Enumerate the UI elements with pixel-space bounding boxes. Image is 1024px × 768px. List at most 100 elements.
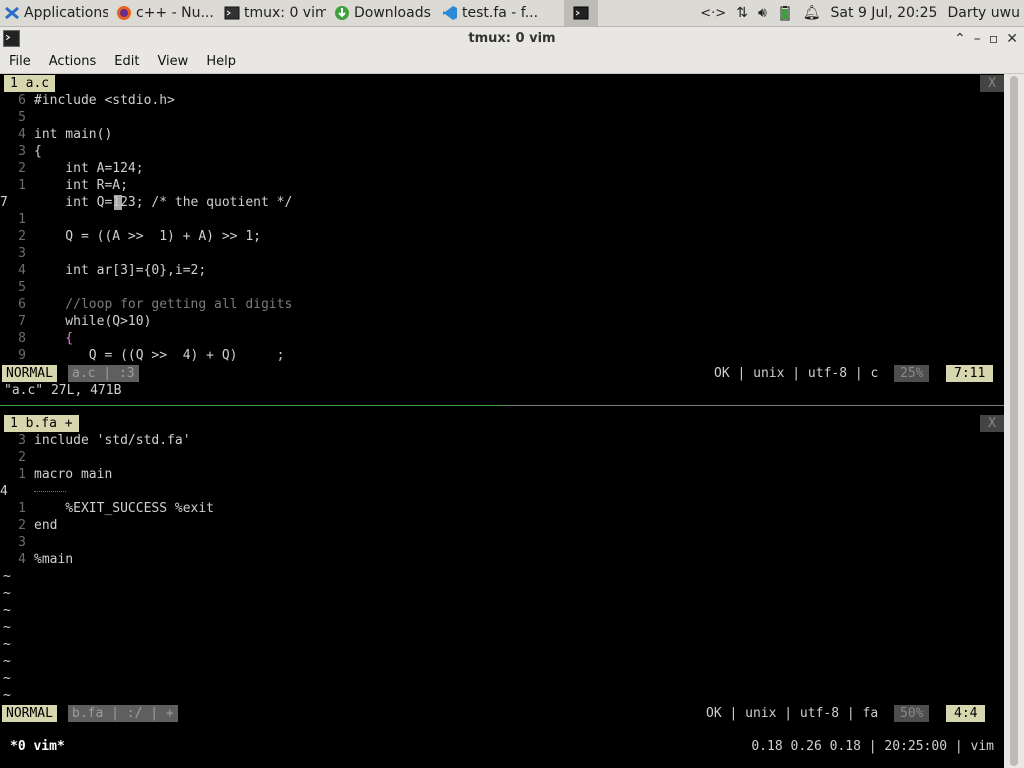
code-text: Q = ((A >> 1) + A) >> 1; bbox=[34, 229, 261, 244]
code-line[interactable]: 2 Q = ((A >> 1) + A) >> 1; bbox=[0, 228, 1004, 245]
statusline-info: OK | unix | utf-8 | c bbox=[714, 366, 879, 381]
task-label: test.fa - f... bbox=[462, 5, 539, 21]
line-number: 5 bbox=[18, 280, 26, 295]
code-text: { bbox=[34, 331, 74, 346]
terminal-icon bbox=[224, 6, 240, 20]
line-number: 3 bbox=[18, 144, 26, 159]
terminal-area[interactable]: 1 a.c X 6 #include <stdio.h> 5 4 int main(… bbox=[0, 74, 1024, 768]
code-text: end bbox=[34, 518, 58, 533]
tab-b-fa[interactable]: 1 b.fa + bbox=[4, 415, 79, 432]
task-firefox[interactable]: c++ - Nu... bbox=[112, 0, 220, 26]
code-text: include 'std/std.fa' bbox=[34, 433, 191, 448]
code-text: %main bbox=[34, 552, 74, 567]
code-line[interactable]: 6 #include <stdio.h> bbox=[0, 92, 1004, 109]
code-line[interactable]: 7 while(Q>10) bbox=[0, 313, 1004, 330]
code-line[interactable]: 1 macro main bbox=[0, 466, 1004, 483]
top-panel: Applications c++ - Nu... tmux: 0 vim Dow… bbox=[0, 0, 1024, 27]
code-line[interactable]: 5 bbox=[0, 109, 1004, 126]
menu-help[interactable]: Help bbox=[197, 54, 245, 69]
code-text: Q = ((Q >> 4) + Q) ; bbox=[34, 348, 285, 363]
code-line[interactable]: 6 //loop for getting all digits bbox=[0, 296, 1004, 313]
tilde: ~ bbox=[3, 637, 11, 652]
code-line[interactable]: 1 bbox=[0, 211, 1004, 228]
code-line[interactable]: 2 int A=124; bbox=[0, 160, 1004, 177]
task-terminal-active[interactable] bbox=[564, 0, 598, 26]
code-line[interactable]: 2 end bbox=[0, 517, 1004, 534]
user-name[interactable]: Darty uwu bbox=[947, 5, 1020, 21]
line-number: 3 bbox=[18, 246, 26, 261]
notification-bell-icon[interactable]: 🔔︎ bbox=[803, 5, 821, 21]
close-tab-button[interactable]: X bbox=[980, 75, 1004, 92]
code-line[interactable]: 2 bbox=[0, 449, 1004, 466]
code-text: #include <stdio.h> bbox=[34, 93, 175, 108]
code-line[interactable]: 9 Q = ((Q >> 4) + Q) ; bbox=[0, 347, 1004, 364]
empty-line-tilde: ~ bbox=[0, 585, 1004, 602]
statusline-file: b.fa | :/ | + bbox=[68, 705, 178, 722]
close-icon[interactable]: ✕ bbox=[1006, 31, 1018, 47]
current-code-line[interactable]: 7 int Q=123; /* the quotient */ bbox=[0, 194, 1004, 211]
menu-file[interactable]: File bbox=[0, 54, 40, 69]
menu-edit[interactable]: Edit bbox=[105, 54, 148, 69]
applications-menu[interactable]: Applications bbox=[0, 0, 112, 26]
line-number: 2 bbox=[18, 229, 26, 244]
code-text: macro main bbox=[34, 467, 113, 482]
line-number: 8 bbox=[18, 331, 26, 346]
minimize-icon[interactable]: – bbox=[974, 31, 981, 47]
pane-divider-active[interactable] bbox=[0, 405, 506, 406]
clock[interactable]: Sat 9 Jul, 20:25 bbox=[831, 5, 938, 21]
code-line[interactable]: 3 bbox=[0, 534, 1004, 551]
network-icon[interactable]: ⇅ bbox=[736, 5, 748, 21]
code-line[interactable]: 1 int R=A; bbox=[0, 177, 1004, 194]
code-line[interactable]: 4 %main bbox=[0, 551, 1004, 568]
code-text: int Q=123; /* the quotient */ bbox=[34, 195, 293, 210]
maximize-icon[interactable]: ▫ bbox=[989, 31, 999, 47]
code-line[interactable]: 4 int main() bbox=[0, 126, 1004, 143]
code-text: while(Q>10) bbox=[34, 314, 152, 329]
code-line[interactable]: 3 bbox=[0, 245, 1004, 262]
window-titlebar[interactable]: tmux: 0 vim ⌃ – ▫ ✕ bbox=[0, 27, 1024, 50]
tmux-status-bar: *0 vim* 0.18 0.26 0.18 | 20:25:00 | vim bbox=[0, 737, 1024, 757]
menu-actions[interactable]: Actions bbox=[40, 54, 106, 69]
code-text: int A=124; bbox=[34, 161, 144, 176]
code-line[interactable]: 4 int ar[3]={0},i=2; bbox=[0, 262, 1004, 279]
xfce-icon bbox=[5, 6, 19, 20]
tmux-window[interactable]: *0 vim* bbox=[10, 737, 65, 757]
volume-icon[interactable]: 🔊︎ bbox=[758, 5, 767, 21]
mode-indicator: NORMAL bbox=[2, 365, 57, 382]
line-number: 3 bbox=[18, 433, 26, 448]
menu-view[interactable]: View bbox=[148, 54, 197, 69]
close-tab-button[interactable]: X bbox=[980, 415, 1004, 432]
battery-icon[interactable] bbox=[777, 5, 793, 21]
tab-a-c[interactable]: 1 a.c bbox=[4, 75, 56, 92]
tilde: ~ bbox=[3, 654, 11, 669]
code-line[interactable]: 5 bbox=[0, 279, 1004, 296]
code-text: int R=A; bbox=[34, 178, 128, 193]
command-message: "a.c" 27L, 471B bbox=[4, 383, 122, 398]
line-number: 9 bbox=[18, 348, 26, 363]
line-number: 7 bbox=[18, 314, 26, 329]
statusline-percent: 50% bbox=[894, 705, 930, 722]
network-arrows-icon[interactable]: <·> bbox=[700, 6, 726, 21]
line-number: 2 bbox=[18, 518, 26, 533]
code-line[interactable]: 1 %EXIT_SUCCESS %exit bbox=[0, 500, 1004, 517]
task-downloads[interactable]: Downloads bbox=[330, 0, 438, 26]
scrollbar-thumb[interactable] bbox=[1010, 76, 1018, 766]
text-cursor bbox=[114, 195, 122, 210]
code-line[interactable]: 3 include 'std/std.fa' bbox=[0, 432, 1004, 449]
code-comment: //loop for getting all digits bbox=[34, 297, 293, 312]
line-number: 4 bbox=[18, 263, 26, 278]
pane-divider[interactable] bbox=[506, 405, 1004, 406]
code-line[interactable]: 8 { bbox=[0, 330, 1004, 347]
terminal-scrollbar[interactable] bbox=[1004, 74, 1024, 768]
line-number: 1 bbox=[18, 467, 26, 482]
task-terminal[interactable]: tmux: 0 vim bbox=[220, 0, 330, 26]
window-title: tmux: 0 vim bbox=[468, 31, 556, 46]
task-label: tmux: 0 vim bbox=[244, 5, 326, 21]
maximize-up-icon[interactable]: ⌃ bbox=[954, 31, 966, 47]
current-code-line[interactable]: 4 bbox=[0, 483, 1004, 500]
task-vscode[interactable]: test.fa - f... bbox=[438, 0, 554, 26]
statusline-info: OK | unix | utf-8 | fa bbox=[706, 706, 879, 721]
line-number: 6 bbox=[18, 93, 26, 108]
code-line[interactable]: 3{ bbox=[0, 143, 1004, 160]
empty-line-tilde: ~ bbox=[0, 568, 1004, 585]
